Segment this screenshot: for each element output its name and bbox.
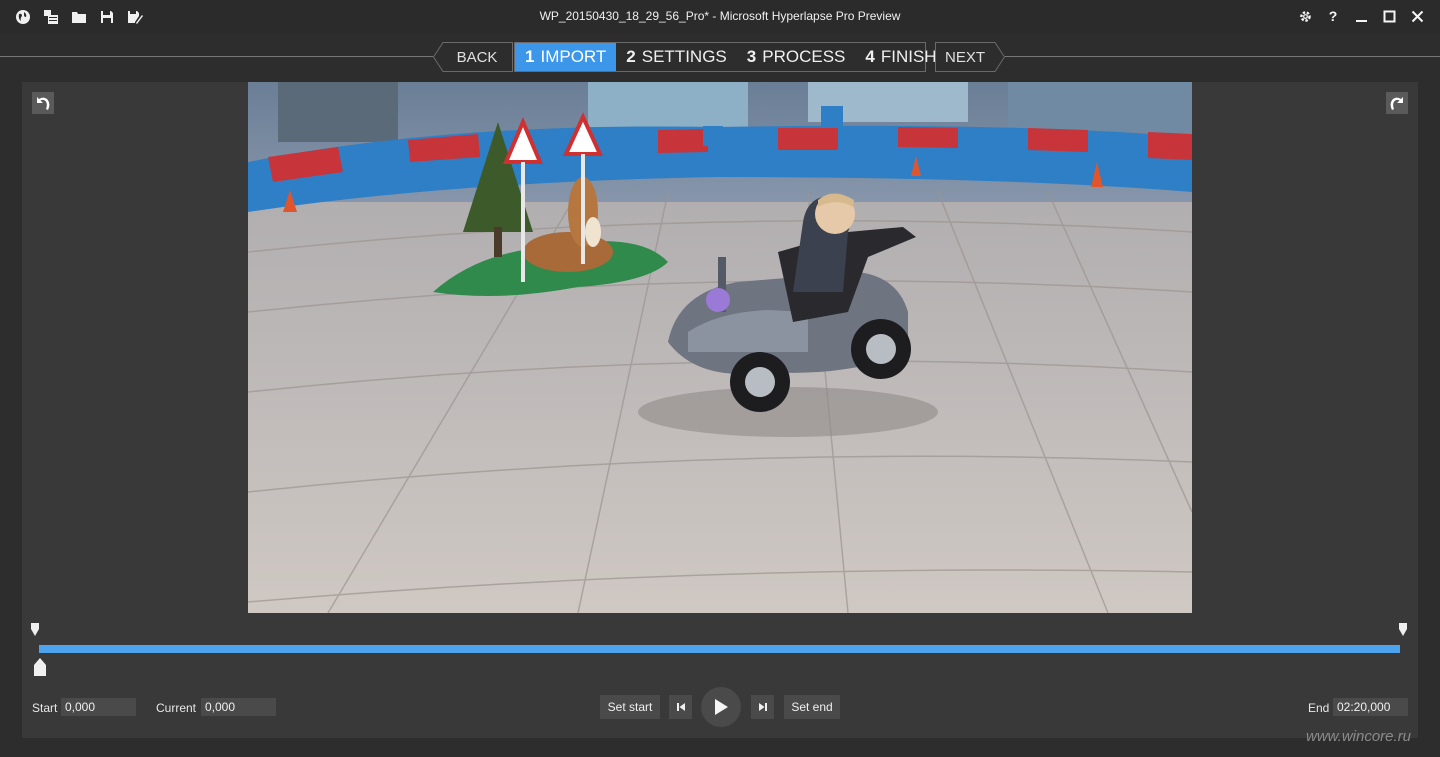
step-label: IMPORT	[540, 47, 607, 66]
window-controls: ?	[1296, 6, 1426, 26]
end-time-input[interactable]	[1333, 698, 1408, 716]
step-finish[interactable]: 4 FINISH	[855, 43, 946, 71]
start-label: Start	[32, 701, 58, 715]
skip-to-start-button[interactable]	[669, 695, 692, 719]
step-number: 3	[746, 47, 757, 66]
playhead-handle[interactable]	[34, 658, 46, 677]
skip-start-icon	[676, 703, 685, 711]
help-icon[interactable]: ?	[1324, 6, 1342, 26]
maximize-icon[interactable]	[1380, 6, 1398, 26]
trim-end-handle[interactable]	[1399, 623, 1408, 637]
current-label: Current	[156, 701, 197, 715]
divider-line	[1003, 56, 1440, 57]
skip-to-end-button[interactable]	[751, 695, 774, 719]
back-button[interactable]: BACK	[433, 42, 513, 72]
step-process[interactable]: 3 PROCESS	[737, 43, 856, 71]
next-button[interactable]: NEXT	[935, 42, 1005, 72]
step-number: 1	[525, 47, 535, 66]
skip-end-icon	[758, 703, 767, 711]
rotate-left-button[interactable]	[32, 92, 54, 114]
step-import[interactable]: 1 IMPORT	[515, 43, 617, 71]
rotate-right-button[interactable]	[1386, 92, 1408, 114]
set-start-button[interactable]: Set start	[600, 695, 660, 719]
step-number: 2	[626, 47, 636, 66]
end-label: End	[1308, 701, 1330, 715]
watermark: www.wincore.ru	[1306, 728, 1412, 745]
wizard-steps: 1 IMPORT 2 SETTINGS 3 PROCESS 4 FINISH	[514, 42, 937, 72]
step-label: PROCESS	[762, 47, 846, 66]
video-frame	[248, 82, 1192, 613]
trim-start-handle[interactable]	[31, 623, 40, 637]
divider-line	[0, 56, 437, 57]
timeline-bar[interactable]	[39, 645, 1400, 653]
step-settings[interactable]: 2 SETTINGS	[616, 43, 736, 71]
back-label: BACK	[456, 48, 498, 66]
gear-icon[interactable]	[1296, 6, 1314, 26]
window-title: WP_20150430_18_29_56_Pro* - Microsoft Hy…	[539, 9, 901, 23]
video-preview[interactable]	[248, 82, 1192, 613]
close-icon[interactable]	[1408, 6, 1426, 26]
title-bar: WP_20150430_18_29_56_Pro* - Microsoft Hy…	[0, 0, 1440, 34]
step-label: SETTINGS	[641, 47, 727, 66]
step-number: 4	[865, 47, 875, 66]
current-time-input[interactable]	[201, 698, 276, 716]
rotate-left-icon	[37, 97, 50, 110]
start-time-input[interactable]	[61, 698, 136, 716]
step-label: FINISH	[880, 47, 937, 66]
set-end-button[interactable]: Set end	[784, 695, 840, 719]
play-button[interactable]	[701, 687, 741, 727]
minimize-icon[interactable]	[1352, 6, 1370, 26]
next-label: NEXT	[944, 48, 985, 66]
rotate-right-icon	[1390, 97, 1403, 110]
play-icon	[715, 699, 728, 715]
